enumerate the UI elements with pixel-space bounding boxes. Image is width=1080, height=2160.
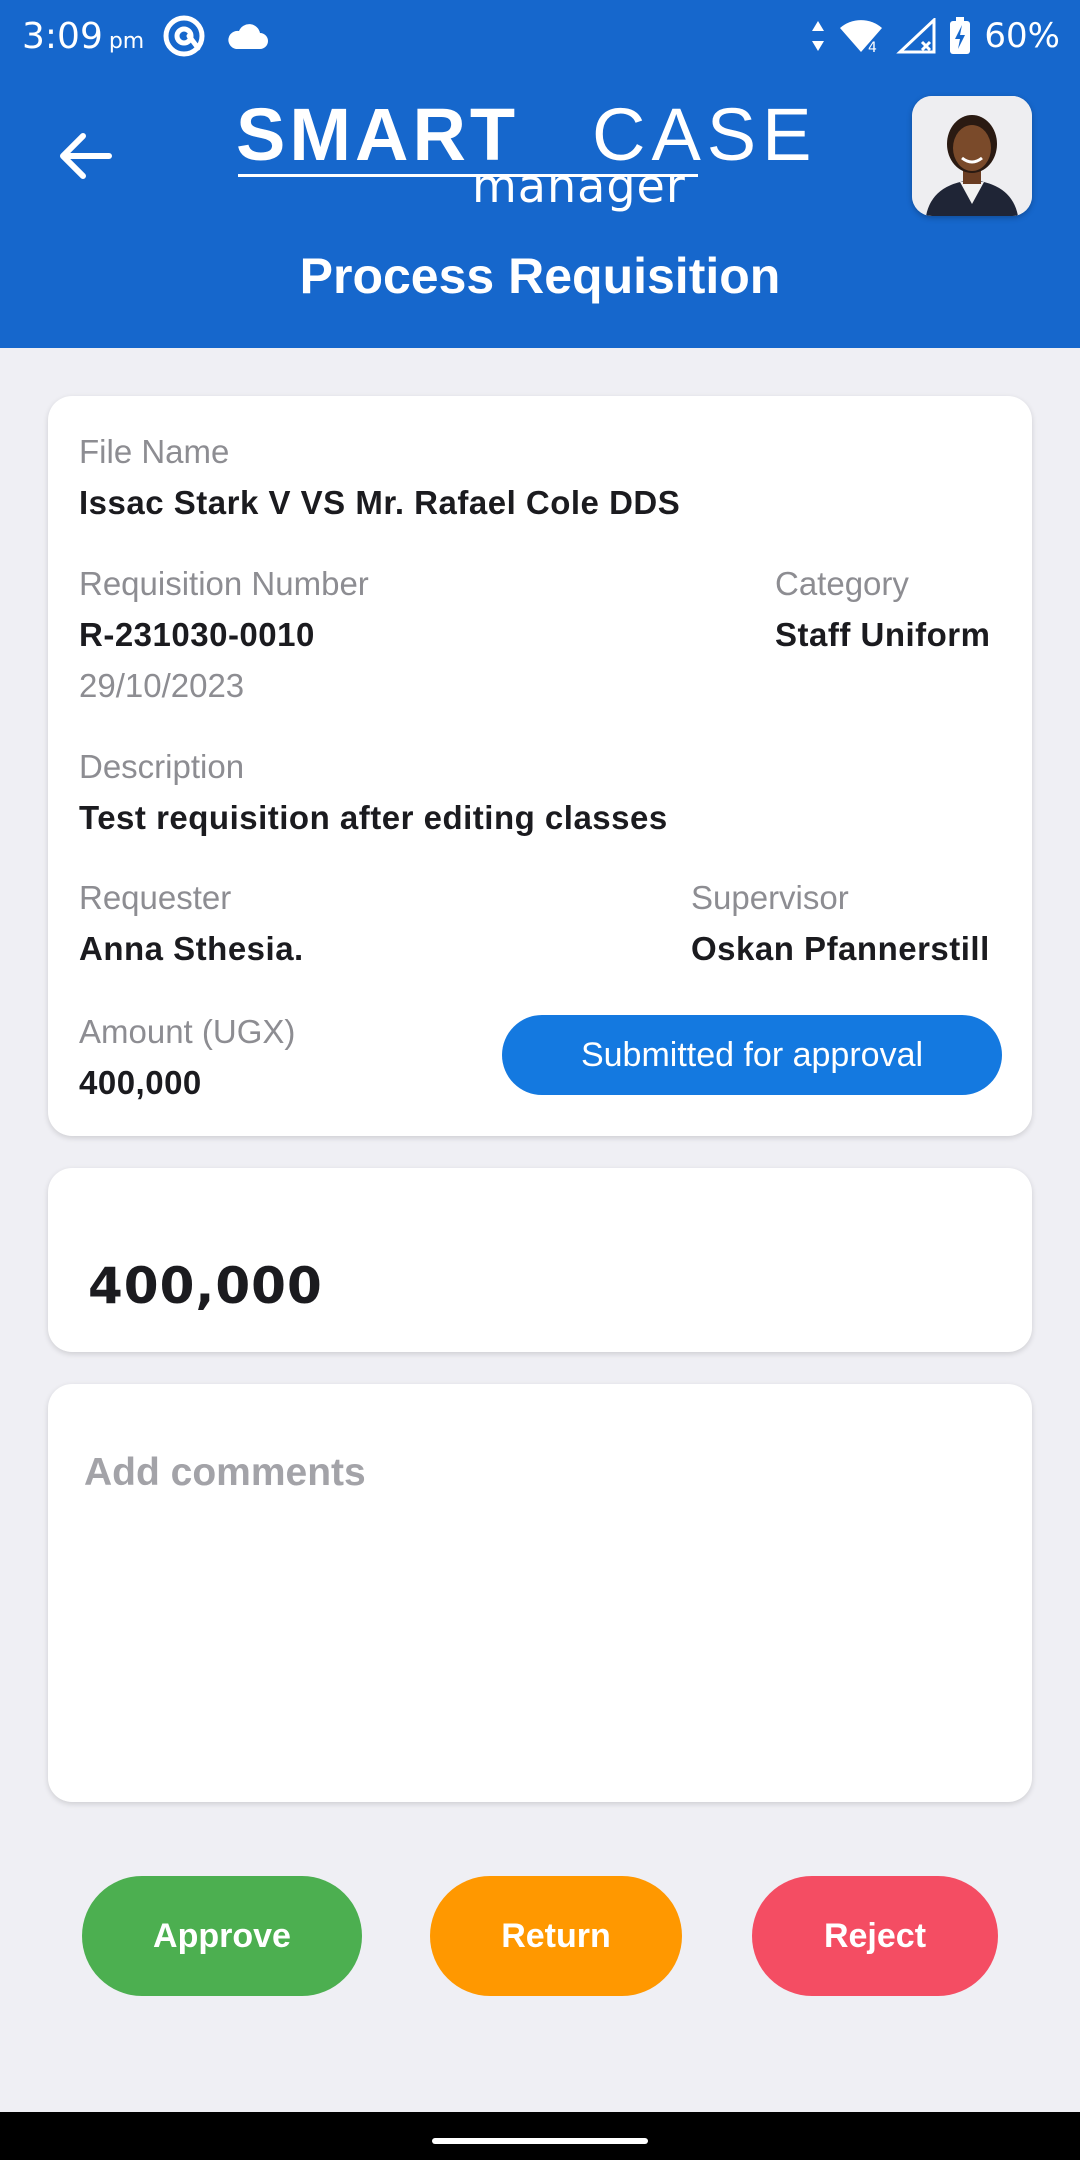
amount-input[interactable]: 400,000: [88, 1256, 323, 1316]
status-badge: Submitted for approval: [502, 1015, 1002, 1095]
battery-charging-icon: [950, 17, 971, 54]
description-value: Test requisition after editing classes: [79, 799, 668, 836]
data-arrows-icon: [812, 21, 825, 51]
file-name-label: File Name: [79, 433, 230, 470]
user-avatar[interactable]: [912, 96, 1032, 216]
page-title: Process Requisition: [299, 248, 781, 304]
wifi-icon: 4: [840, 20, 883, 54]
app-logo: SMART CASE manager: [236, 96, 836, 214]
home-indicator[interactable]: [432, 2138, 648, 2144]
back-button[interactable]: [52, 126, 118, 186]
file-name-value: Issac Stark V VS Mr. Rafael Cole DDS: [79, 484, 681, 521]
status-bar: 3:09 pm 4 60%: [0, 0, 1080, 72]
requester-label: Requester: [79, 879, 232, 916]
user-photo-icon: [912, 96, 1032, 216]
amount-label: Amount (UGX): [79, 1013, 296, 1050]
requisition-date: 29/10/2023: [79, 667, 245, 704]
supervisor-value: Oskan Pfannerstill: [691, 930, 990, 967]
approve-button[interactable]: Approve: [82, 1876, 362, 1996]
logo-subtitle: manager: [472, 159, 686, 213]
amount-value: 400,000: [79, 1064, 202, 1101]
comments-field[interactable]: Add comments: [48, 1384, 1032, 1802]
category-label: Category: [775, 565, 909, 602]
return-button[interactable]: Return: [430, 1876, 682, 1996]
cloud-icon: [228, 24, 268, 49]
status-notification-icons: [162, 14, 270, 58]
category-value: Staff Uniform: [775, 616, 991, 653]
supervisor-label: Supervisor: [691, 879, 849, 916]
svg-text:4: 4: [868, 40, 877, 54]
reject-button[interactable]: Reject: [752, 1876, 998, 1996]
comments-placeholder: Add comments: [84, 1451, 366, 1494]
description-label: Description: [79, 748, 245, 785]
app-header: 3:09 pm 4 60% SMART CASE manager Process…: [0, 0, 1080, 348]
arrow-back-icon: [60, 133, 112, 179]
status-time-ampm: pm: [108, 29, 145, 54]
signal-icon: [896, 18, 936, 54]
battery-percent: 60%: [984, 16, 1060, 56]
requisition-details-card: File Name Issac Stark V VS Mr. Rafael Co…: [48, 396, 1032, 1136]
system-nav-bar: [0, 2112, 1080, 2160]
status-system-icons: 4 60%: [810, 14, 1060, 58]
requester-value: Anna Sthesia.: [79, 930, 304, 967]
at-sign-icon: [163, 15, 205, 57]
requisition-number-label: Requisition Number: [79, 565, 369, 602]
status-time: 3:09 pm: [22, 16, 144, 57]
amount-field-card[interactable]: 400,000: [48, 1168, 1032, 1352]
status-time-value: 3:09: [22, 16, 103, 57]
requisition-number-value: R-231030-0010: [79, 616, 315, 653]
